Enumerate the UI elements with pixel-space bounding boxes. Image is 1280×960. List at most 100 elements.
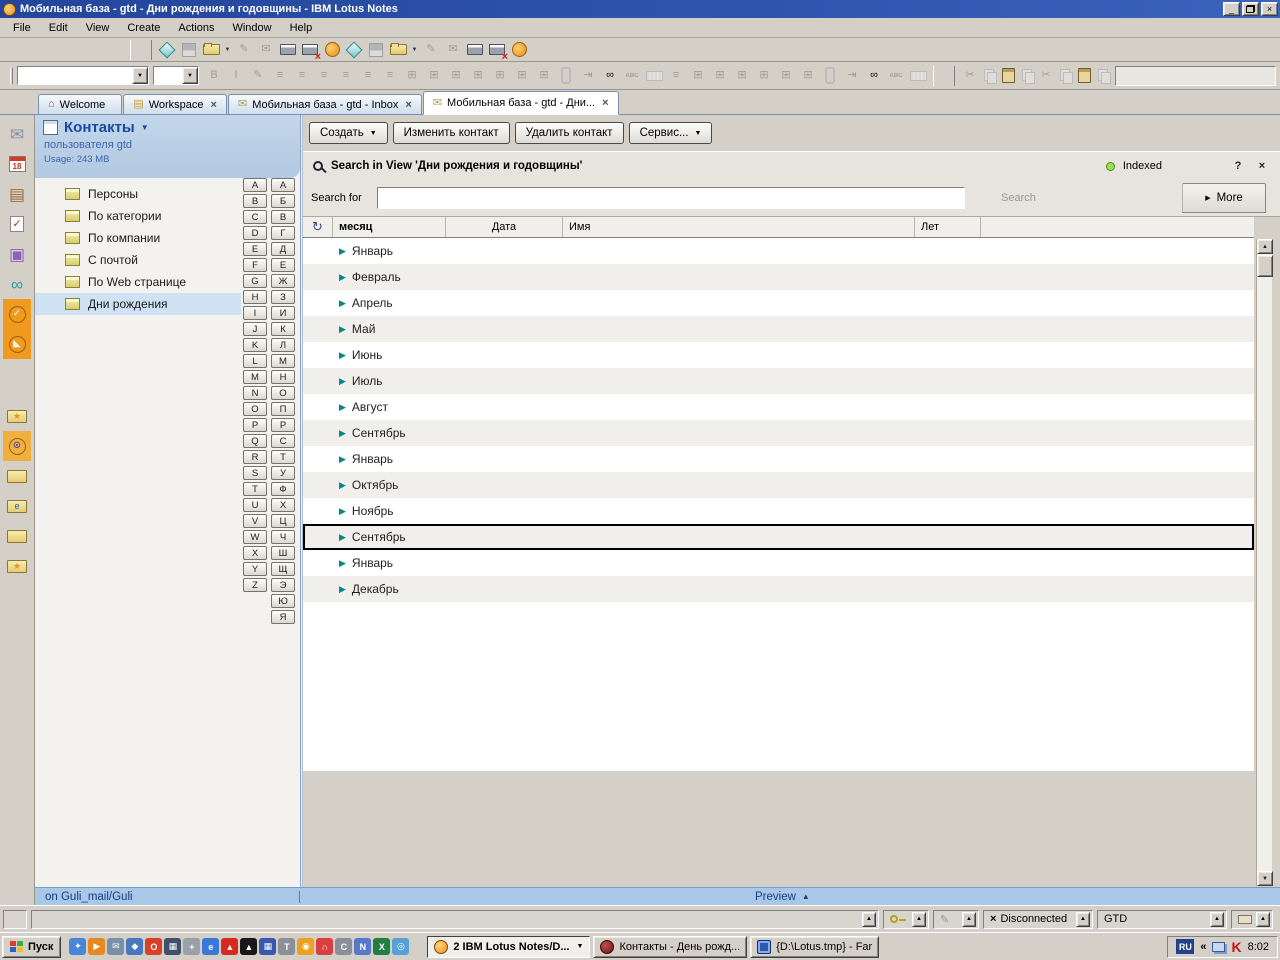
minimize-button[interactable]: _ <box>1223 2 1240 16</box>
folder-icon-2[interactable] <box>3 521 31 551</box>
insert-row-icon[interactable]: ⊞ <box>423 66 445 86</box>
tab-close-icon[interactable]: × <box>602 97 608 109</box>
network-tray-icon[interactable] <box>1212 942 1225 952</box>
alphabet-button[interactable]: X <box>243 546 267 560</box>
twisty-icon[interactable]: ▶ <box>339 246 346 257</box>
notes-icon[interactable]: N <box>354 938 371 955</box>
menu-item[interactable]: View <box>77 20 119 36</box>
scrollbar-thumb[interactable] <box>1257 255 1273 277</box>
panel-title[interactable]: Контакты <box>64 119 135 136</box>
category-row[interactable]: ▶ Февраль <box>303 264 1254 290</box>
alphabet-button[interactable]: N <box>243 386 267 400</box>
twisty-icon[interactable]: ▶ <box>339 428 346 439</box>
alphabet-button[interactable]: Ф <box>271 482 295 496</box>
alphabet-button[interactable]: A <box>243 178 267 192</box>
headset-icon[interactable]: ∩ <box>316 938 333 955</box>
column-header[interactable]: месяц <box>333 217 446 237</box>
phone-icon[interactable]: T <box>278 938 295 955</box>
category-row[interactable]: ▶ Ноябрь <box>303 498 1254 524</box>
alphabet-button[interactable]: Щ <box>271 562 295 576</box>
category-row[interactable]: ▶ Январь <box>303 446 1254 472</box>
open-dropdown-icon-2[interactable]: ▼ <box>409 40 420 60</box>
delete-contact-button[interactable]: Удалить контакт <box>515 122 624 144</box>
startup-folder-icon[interactable]: ★ <box>3 551 31 581</box>
alphabet-button[interactable]: З <box>271 290 295 304</box>
alphabet-button[interactable]: E <box>243 242 267 256</box>
font-name-combo[interactable]: ▼ <box>17 66 149 85</box>
alphabet-button[interactable]: C <box>243 210 267 224</box>
twisty-icon[interactable]: ▶ <box>339 506 346 517</box>
find-icon-2[interactable]: ∞ <box>863 66 885 86</box>
opera-icon[interactable]: O <box>145 938 162 955</box>
properties-icon[interactable] <box>156 40 178 60</box>
network-status[interactable]: ×Disconnected▲ <box>983 910 1093 929</box>
scroll-down-icon[interactable]: ▼ <box>1257 871 1273 886</box>
font-size-combo[interactable]: ▼ <box>153 66 199 85</box>
search-input[interactable] <box>377 187 965 209</box>
category-row[interactable]: ▶ Июль <box>303 368 1254 394</box>
twisty-icon[interactable]: ▶ <box>339 376 346 387</box>
category-row[interactable]: ▶ Сентябрь <box>303 524 1254 550</box>
append-row-icon[interactable]: ⊞ <box>467 66 489 86</box>
contacts-icon[interactable]: ▤ <box>3 179 31 209</box>
category-row[interactable]: ▶ Октябрь <box>303 472 1254 498</box>
append-row-icon-2[interactable]: ⊞ <box>753 66 775 86</box>
view-list-item[interactable]: По компании <box>35 227 241 249</box>
outlook-icon[interactable]: ✉ <box>107 938 124 955</box>
alphabet-button[interactable]: В <box>271 210 295 224</box>
alphabet-button[interactable]: Т <box>271 450 295 464</box>
styles-icon[interactable]: ≡ <box>665 66 687 86</box>
alphabet-button[interactable]: П <box>271 402 295 416</box>
alphabet-button[interactable]: К <box>271 322 295 336</box>
twisty-icon[interactable]: ▶ <box>339 298 346 309</box>
merge-cells-icon-2[interactable]: ⊞ <box>797 66 819 86</box>
browser-icon[interactable]: ✓ <box>3 299 31 329</box>
print-icon-2[interactable] <box>464 40 486 60</box>
task-button[interactable]: {D:\Lotus.tmp} - Far <box>750 936 879 958</box>
table-icon-2[interactable]: ⊞ <box>687 66 709 86</box>
refresh-view-icon[interactable]: ↻ <box>303 217 333 237</box>
twisty-icon[interactable]: ▶ <box>339 402 346 413</box>
antivirus-tray-icon[interactable]: K <box>1231 939 1241 955</box>
alphabet-button[interactable]: D <box>243 226 267 240</box>
alphabet-button[interactable]: Х <box>271 498 295 512</box>
vertical-scrollbar[interactable]: ▲ ▼ <box>1256 239 1272 886</box>
alphabet-button[interactable]: М <box>271 354 295 368</box>
alphabet-button[interactable]: O <box>243 402 267 416</box>
grip[interactable] <box>130 40 152 60</box>
column-header[interactable]: Лет <box>915 217 981 237</box>
find-icon[interactable]: ∞ <box>599 66 621 86</box>
tab-close-icon[interactable]: × <box>405 99 411 111</box>
designer-icon[interactable]: ◣ <box>3 329 31 359</box>
journal-icon[interactable]: ▣ <box>3 239 31 269</box>
messenger-icon[interactable]: ✦ <box>69 938 86 955</box>
alphabet-button[interactable]: А <box>271 178 295 192</box>
alphabet-button[interactable]: Л <box>271 338 295 352</box>
save-icon[interactable] <box>178 40 200 60</box>
status-up-icon[interactable]: ▲ <box>1256 912 1270 927</box>
category-row[interactable]: ▶ Декабрь <box>303 576 1254 602</box>
alphabet-button[interactable]: I <box>243 306 267 320</box>
alphabet-button[interactable]: T <box>243 482 267 496</box>
menu-item[interactable]: Edit <box>40 20 77 36</box>
search-close-button[interactable]: × <box>1254 160 1270 172</box>
netmeeting-icon[interactable]: ◆ <box>126 938 143 955</box>
status-message-area[interactable]: ▲ <box>31 910 879 929</box>
italic-icon[interactable]: I <box>225 66 247 86</box>
twisty-icon[interactable]: ▶ <box>339 272 346 283</box>
alphabet-button[interactable]: W <box>243 530 267 544</box>
twisty-icon[interactable]: ▶ <box>339 350 346 361</box>
mail-icon[interactable]: ✉ <box>3 119 31 149</box>
twisty-icon[interactable]: ▶ <box>339 480 346 491</box>
indent-icon[interactable]: ≡ <box>357 66 379 86</box>
alphabet-button[interactable]: H <box>243 290 267 304</box>
copy-icon[interactable] <box>981 66 997 86</box>
number-list-icon[interactable]: ≡ <box>335 66 357 86</box>
alphabet-button[interactable]: Ч <box>271 530 295 544</box>
combo-arrow-icon[interactable]: ▼ <box>182 67 198 84</box>
tray-collapse-button[interactable]: « <box>1200 941 1206 953</box>
database-icon[interactable]: ▦ <box>259 938 276 955</box>
category-row[interactable]: ▶ Январь <box>303 238 1254 264</box>
update-icon[interactable]: ◎ <box>392 938 409 955</box>
alphabet-button[interactable]: Ц <box>271 514 295 528</box>
